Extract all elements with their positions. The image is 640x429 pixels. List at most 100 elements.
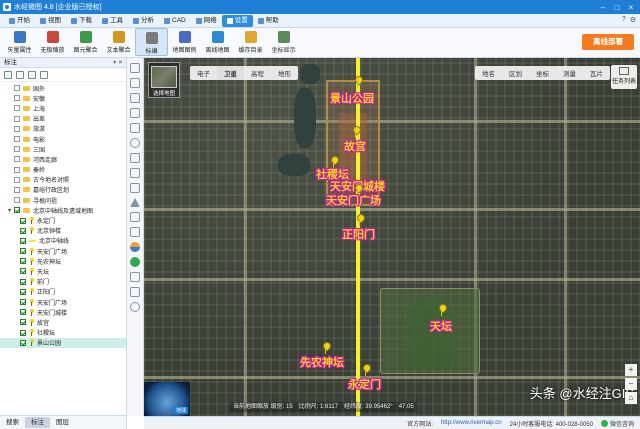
menu-item[interactable]: 工具	[97, 15, 128, 27]
help-circle-icon[interactable]	[130, 302, 140, 312]
checkbox[interactable]	[14, 95, 20, 102]
import-icon[interactable]	[16, 70, 24, 79]
tree-item-row[interactable]: 先农神坛	[0, 256, 126, 266]
tree-item-row[interactable]: 永定门	[0, 215, 126, 225]
map-overlay-tool[interactable]: 坐标	[529, 66, 556, 80]
basemap-option[interactable]: 电子	[190, 66, 217, 80]
polygon-tool-icon[interactable]	[130, 108, 140, 118]
tree-folder-row[interactable]: 古今地名对照	[0, 175, 126, 185]
pan-tool-icon[interactable]	[130, 63, 140, 73]
measure-tool-icon[interactable]	[130, 183, 140, 193]
checkbox[interactable]	[14, 207, 20, 214]
globe-icon[interactable]: 地球	[144, 382, 190, 416]
checkbox[interactable]	[20, 248, 26, 255]
checkbox[interactable]	[14, 125, 20, 132]
tree-item-row[interactable]: 故宫	[0, 317, 126, 327]
website-link[interactable]: http://www.rivermap.cn	[441, 420, 502, 426]
tree-item-row[interactable]: 景山公园	[0, 337, 126, 348]
map-pin-icon[interactable]	[322, 342, 330, 354]
label-jingshan[interactable]: 景山公园	[330, 90, 374, 106]
panel-pin-icon[interactable]: ▾ ✕	[113, 58, 123, 68]
menu-item[interactable]: 下载	[66, 15, 97, 27]
checkbox[interactable]	[14, 166, 20, 173]
cloud-icon[interactable]	[40, 70, 48, 79]
label-tiantan[interactable]: 天坛	[430, 318, 452, 334]
toolbar-button[interactable]: 无极缩放	[36, 28, 69, 56]
toolbar-button[interactable]: 图元聚合	[69, 28, 102, 56]
tree-item-row[interactable]: 天安门广场	[0, 297, 126, 307]
tree-item-row[interactable]: 社稷坛	[0, 328, 126, 338]
zoom-out-button[interactable]: −	[625, 378, 637, 390]
select-tool-icon[interactable]	[130, 227, 140, 237]
maximize-icon[interactable]: □	[610, 3, 624, 12]
toolbar-button[interactable]: 标编	[135, 28, 168, 56]
triangle-tool-icon[interactable]	[130, 198, 140, 207]
panel-tab[interactable]: 图层	[50, 417, 75, 428]
checkbox[interactable]	[20, 268, 26, 275]
menu-item[interactable]: 开始	[4, 15, 35, 27]
basemap-option[interactable]: 卫星	[217, 66, 244, 80]
circle-tool-icon[interactable]	[130, 138, 140, 148]
help-icon[interactable]: ?	[622, 16, 626, 24]
menu-item[interactable]: 分析	[128, 15, 159, 27]
map-pin-icon[interactable]	[352, 126, 360, 138]
checkbox[interactable]	[14, 197, 20, 204]
map-view[interactable]: 景山公园 故宫 社稷坛 天安门城楼 天安门广场 正阳门 天坛 先农神坛 永定门 …	[144, 58, 640, 416]
checkbox[interactable]	[20, 288, 26, 295]
panel-tab[interactable]: 标注	[25, 417, 50, 428]
toolbar-button[interactable]: 离线地图	[201, 28, 234, 56]
checkbox[interactable]	[14, 186, 20, 193]
checkbox[interactable]	[14, 146, 20, 153]
panel-tab[interactable]: 搜索	[0, 417, 25, 428]
map-pin-icon[interactable]	[354, 76, 362, 88]
tree-folder-row[interactable]: 秦岭	[0, 165, 126, 175]
label-gugong[interactable]: 故宫	[344, 138, 366, 154]
checkbox[interactable]	[20, 299, 26, 306]
checkbox[interactable]	[20, 339, 26, 346]
menu-item[interactable]: 视图	[35, 15, 66, 27]
checkbox[interactable]	[20, 309, 26, 316]
home-button[interactable]: ⌂	[625, 392, 637, 404]
map-pin-icon[interactable]	[356, 214, 364, 226]
map-overlay-tool[interactable]: 测量	[556, 66, 583, 80]
toolbar-button[interactable]: 文本聚合	[102, 28, 135, 56]
export-icon[interactable]	[28, 70, 36, 79]
tree-item-row[interactable]: 天安门城楼	[0, 307, 126, 317]
checkbox[interactable]	[14, 105, 20, 112]
checkbox[interactable]	[20, 258, 26, 265]
tree-item-row[interactable]: 北京钟楼	[0, 226, 126, 236]
rectangle-tool-icon[interactable]	[130, 123, 140, 133]
polyline-tool-icon[interactable]	[130, 93, 140, 103]
tree-folder-row[interactable]: 旅游	[0, 124, 126, 134]
checkbox[interactable]	[20, 319, 26, 326]
checkbox[interactable]	[14, 136, 20, 143]
tree-folder-row[interactable]: 寻根问祖	[0, 195, 126, 205]
checkbox[interactable]	[14, 176, 20, 183]
export-tool-icon[interactable]	[130, 287, 140, 297]
tree-folder-row[interactable]: 河西走廊	[0, 154, 126, 164]
tree-item-row[interactable]: 天安门广场	[0, 246, 126, 256]
toolbar-button[interactable]: 地图图例	[168, 28, 201, 56]
map-pin-icon[interactable]	[438, 304, 446, 316]
tree-folder-row[interactable]: 嘉峪行政区划	[0, 185, 126, 195]
tree-folder-row[interactable]: ▾ 北京中轴线及遗域地图	[0, 205, 126, 215]
checkbox[interactable]	[20, 329, 26, 336]
tree-folder-row[interactable]: 安徽	[0, 93, 126, 103]
toolbar-button[interactable]: 矢量属性	[3, 28, 36, 56]
tree-item-row[interactable]: 天坛	[0, 266, 126, 276]
map-overlay-tool[interactable]: 瓦片	[583, 66, 610, 80]
map-overlay-tool[interactable]: 区划	[502, 66, 529, 80]
zoom-in-button[interactable]: +	[625, 364, 637, 376]
map-pin-icon[interactable]	[362, 364, 370, 376]
tree-item-row[interactable]: 正阳门	[0, 287, 126, 297]
checkbox[interactable]	[20, 217, 26, 224]
tree-folder-row[interactable]: 国外	[0, 83, 126, 93]
offline-deploy-button[interactable]: 离线部署	[582, 34, 634, 50]
checkbox[interactable]	[14, 115, 20, 122]
wechat-consult[interactable]: 微信咨询	[600, 419, 634, 428]
menu-item[interactable]: 设置	[221, 14, 253, 27]
menu-item[interactable]: CAD	[159, 15, 191, 27]
checkbox[interactable]	[20, 278, 26, 285]
checkbox[interactable]	[14, 85, 20, 92]
text-tool-icon[interactable]	[130, 168, 140, 178]
